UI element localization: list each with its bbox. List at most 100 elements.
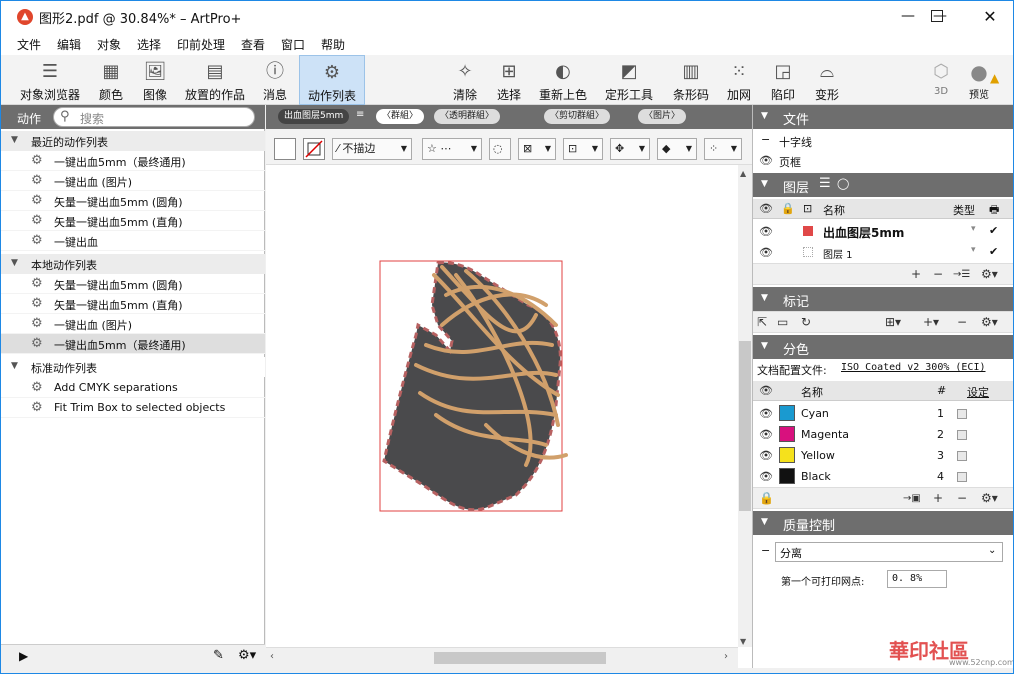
layers-section-header[interactable]: ▼ 图层 ☰ ◯ bbox=[753, 173, 1013, 197]
dots-select[interactable]: ⁘ ▼ bbox=[704, 138, 742, 160]
add-icon[interactable]: +▾ bbox=[923, 315, 939, 329]
breadcrumb-group[interactable]: 〈群組〉 bbox=[376, 109, 425, 124]
eye-icon[interactable]: 👁 bbox=[759, 246, 773, 259]
object-browser-button[interactable]: ☰ 对象浏览器 bbox=[15, 55, 85, 105]
layer-row[interactable]: 👁 出血图层5mm ▾ ✔ bbox=[753, 221, 1013, 242]
action-item[interactable]: ⚙ 一键出血5mm（最终通用) bbox=[1, 151, 265, 171]
gear-menu-icon[interactable]: ⚙▾ bbox=[981, 267, 998, 281]
action-item-selected[interactable]: ⚙ 一键出血5mm（最终通用) bbox=[1, 334, 265, 354]
menu-select[interactable]: 选择 bbox=[137, 36, 161, 53]
vertical-scroll-thumb[interactable] bbox=[739, 341, 751, 511]
star-options-select[interactable]: ☆ ⋯ ▼ bbox=[422, 138, 482, 160]
remove-layer-icon[interactable]: − bbox=[933, 267, 943, 281]
action-item[interactable]: ⚙ Fit Trim Box to selected objects bbox=[1, 398, 265, 418]
close-button[interactable]: ✕ bbox=[967, 1, 1013, 32]
add-ink-icon[interactable]: + bbox=[933, 491, 943, 505]
trapping-button[interactable]: ◲ 陷印 bbox=[763, 55, 803, 105]
breadcrumb-clip-group[interactable]: 〈剪切群組〉 bbox=[544, 109, 611, 124]
screening-button[interactable]: ⁙ 加网 bbox=[721, 55, 757, 105]
images-button[interactable]: 🖼 图像 bbox=[135, 55, 175, 105]
eye-icon[interactable]: 👁 bbox=[759, 154, 773, 167]
action-item[interactable]: ⚙ Add CMYK separations bbox=[1, 378, 265, 398]
ink-row-black[interactable]: 👁 Black 4 bbox=[753, 466, 1013, 487]
messages-button[interactable]: ⓘ 消息 bbox=[255, 55, 295, 105]
ink-row-cyan[interactable]: 👁 Cyan 1 bbox=[753, 403, 1013, 424]
align-select[interactable]: ⊡ ▼ bbox=[563, 138, 603, 160]
profile-link[interactable]: ISO Coated v2 300% (ECI) bbox=[841, 362, 986, 373]
import-mark-icon[interactable]: ⇱ bbox=[757, 315, 767, 329]
ink-checkbox[interactable] bbox=[957, 472, 967, 482]
menu-object[interactable]: 对象 bbox=[97, 36, 121, 53]
scroll-left-icon[interactable]: ‹ bbox=[270, 651, 274, 662]
select-tool-button[interactable]: ⊞ 选择 bbox=[489, 55, 529, 105]
menu-view[interactable]: 查看 bbox=[241, 36, 265, 53]
refresh-icon[interactable]: ↻ bbox=[801, 315, 811, 329]
lock-icon[interactable]: 🔒 bbox=[759, 491, 774, 505]
horizontal-scrollbar[interactable]: ‹ › bbox=[266, 647, 738, 668]
check-icon[interactable]: ✔ bbox=[989, 245, 998, 258]
action-item[interactable]: ⚙ 一键出血 bbox=[1, 231, 265, 251]
action-item[interactable]: ⚙ 矢量一键出血5mm (圆角) bbox=[1, 191, 265, 211]
menu-icon[interactable]: ☰ bbox=[819, 176, 831, 191]
file-item-pageframe[interactable]: 👁 页框 bbox=[753, 151, 1013, 171]
layer-row[interactable]: 👁 图层 1 ▾ ✔ bbox=[753, 242, 1013, 263]
breadcrumb-layer[interactable]: 出血图层5mm bbox=[278, 109, 350, 124]
add-layer-icon[interactable]: + bbox=[911, 267, 921, 281]
menu-file[interactable]: 文件 bbox=[17, 36, 41, 53]
min-dot-input[interactable]: 0. 8% bbox=[887, 570, 947, 588]
3d-button[interactable]: ⬡ 3D bbox=[925, 55, 957, 105]
scroll-right-icon[interactable]: › bbox=[724, 651, 728, 662]
separations-section-header[interactable]: ▼ 分色 bbox=[753, 335, 1013, 359]
move-select[interactable]: ✥ ▼ bbox=[610, 138, 650, 160]
barcode-button[interactable]: ▥ 条形码 bbox=[669, 55, 713, 105]
action-item[interactable]: ⚙ 矢量一键出血5mm (圆角) bbox=[1, 274, 265, 294]
layer-menu-icon[interactable]: ≡ bbox=[356, 109, 364, 120]
play-icon[interactable]: ▶ bbox=[19, 649, 28, 663]
horizontal-scroll-thumb[interactable] bbox=[434, 652, 606, 664]
group-recent[interactable]: ▼ 最近的动作列表 bbox=[1, 131, 265, 151]
mask-select[interactable]: ⊠ ▼ bbox=[518, 138, 556, 160]
maximize-button[interactable] bbox=[931, 10, 943, 22]
menu-edit[interactable]: 编辑 bbox=[57, 36, 81, 53]
chevron-down-icon[interactable]: ▾ bbox=[971, 245, 976, 255]
qc-section-header[interactable]: ▼ 质量控制 bbox=[753, 511, 1013, 535]
action-item[interactable]: ⚙ 矢量一键出血5mm (直角) bbox=[1, 211, 265, 231]
actions-search[interactable]: ⚲ 搜索 bbox=[53, 107, 255, 127]
breadcrumb-image[interactable]: 〈图片〉 bbox=[638, 109, 687, 124]
ink-checkbox[interactable] bbox=[957, 430, 967, 440]
stroke-style-select[interactable]: ⁄ 不描边 ▼ bbox=[332, 138, 412, 160]
action-item[interactable]: ⚙ 矢量一键出血5mm (直角) bbox=[1, 294, 265, 314]
placed-art-button[interactable]: ▤ 放置的作品 bbox=[181, 55, 249, 105]
vertical-scrollbar[interactable]: ▲ ▼ bbox=[738, 165, 752, 647]
gear-menu-icon[interactable]: ⚙▾ bbox=[238, 648, 256, 663]
eye-icon[interactable]: 👁 bbox=[759, 449, 773, 462]
menu-help[interactable]: 帮助 bbox=[321, 36, 345, 53]
file-section-header[interactable]: ▼ 文件 bbox=[753, 105, 1013, 129]
gear-menu-icon[interactable]: ⚙▾ bbox=[981, 315, 998, 329]
breadcrumb-transparency-group[interactable]: 〈透明群組〉 bbox=[434, 109, 501, 124]
distort-button[interactable]: ⌓ 变形 bbox=[807, 55, 847, 105]
stroke-swatch[interactable] bbox=[303, 138, 325, 160]
check-icon[interactable]: ✔ bbox=[989, 224, 998, 237]
artboard-canvas[interactable] bbox=[266, 165, 752, 647]
search-input[interactable]: 搜索 bbox=[80, 110, 104, 127]
add-mark-icon[interactable]: ⊞▾ bbox=[885, 315, 901, 329]
fill-swatch[interactable] bbox=[274, 138, 296, 160]
move-layer-icon[interactable]: →☰ bbox=[953, 269, 970, 280]
menu-window[interactable]: 窗口 bbox=[281, 36, 305, 53]
scroll-up-icon[interactable]: ▲ bbox=[740, 169, 746, 178]
ink-row-yellow[interactable]: 👁 Yellow 3 bbox=[753, 445, 1013, 466]
recolor-button[interactable]: ◐ 重新上色 bbox=[535, 55, 591, 105]
ink-row-magenta[interactable]: 👁 Magenta 2 bbox=[753, 424, 1013, 445]
group-standard[interactable]: ▼ 标准动作列表 bbox=[1, 357, 265, 377]
action-item[interactable]: ⚙ 一键出血 (图片) bbox=[1, 171, 265, 191]
gear-menu-icon[interactable]: ⚙▾ bbox=[981, 491, 998, 505]
pencil-icon[interactable]: ✎ bbox=[213, 648, 224, 663]
marks-section-header[interactable]: ▼ 标记 bbox=[753, 287, 1013, 311]
group-local[interactable]: ▼ 本地动作列表 bbox=[1, 254, 265, 274]
ink-checkbox[interactable] bbox=[957, 451, 967, 461]
eye-icon[interactable]: 👁 bbox=[759, 225, 773, 238]
remove-ink-icon[interactable]: − bbox=[957, 491, 967, 505]
colors-button[interactable]: ▦ 颜色 bbox=[91, 55, 131, 105]
eye-icon[interactable]: 👁 bbox=[759, 470, 773, 483]
